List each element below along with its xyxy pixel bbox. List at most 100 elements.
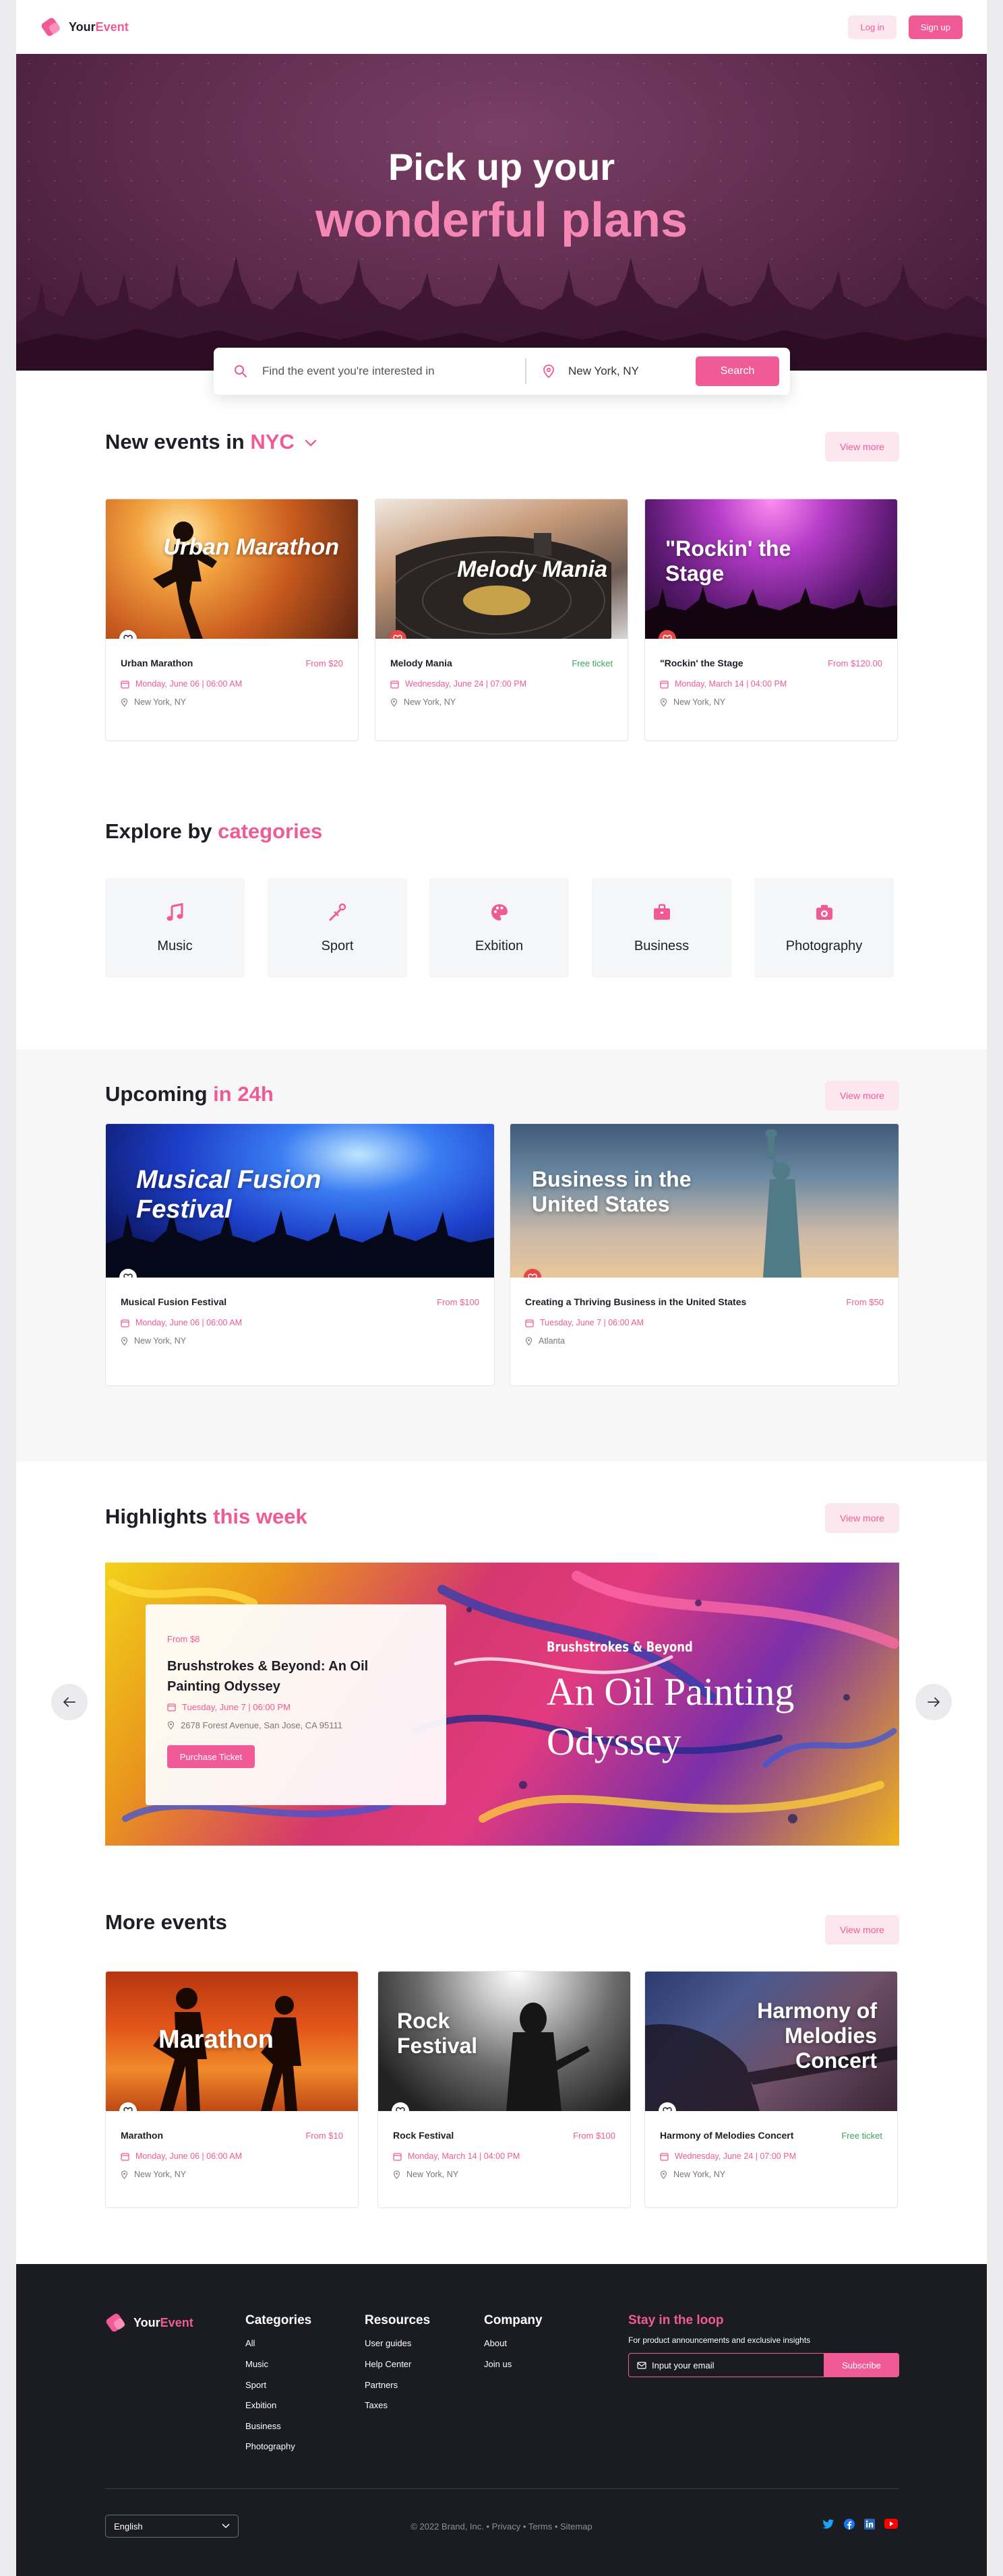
event-date: Wednesday, June 24 | 07:00 PM (675, 2151, 796, 2161)
category-business[interactable]: Business (592, 878, 731, 978)
carousel-prev-button[interactable] (51, 1684, 88, 1720)
event-image: Urban Marathon (106, 499, 358, 639)
category-exhibition[interactable]: Exbition (429, 878, 569, 978)
footer-link[interactable]: Exbition (245, 2400, 276, 2410)
newsletter-email-input[interactable]: Input your email (628, 2353, 824, 2377)
upcoming-title-accent: in 24h (213, 1082, 274, 1106)
event-card[interactable]: Harmony of Melodies Concert Harmony of M… (644, 1971, 898, 2208)
event-price: From $100 (573, 2130, 615, 2141)
logo-text-a: Your (133, 2315, 160, 2329)
category-sport[interactable]: Sport (268, 878, 407, 978)
highlight-banner-line1: An Oil Painting (547, 1670, 795, 1714)
highlights-title-text: Highlights (105, 1505, 214, 1528)
purchase-ticket-button[interactable]: Purchase Ticket (167, 1745, 255, 1768)
footer-link[interactable]: Help Center (365, 2359, 411, 2369)
footer-link[interactable]: Sport (245, 2380, 266, 2390)
event-date: Monday, June 06 | 06:00 AM (135, 2151, 242, 2161)
highlight-banner[interactable]: From $8 Brushstrokes & Beyond: An Oil Pa… (105, 1563, 899, 1846)
heart-icon (396, 2107, 405, 2111)
event-image: Rock Festival (378, 1972, 630, 2111)
footer-logo[interactable]: YourEvent (105, 2314, 193, 2331)
subscribe-button[interactable]: Subscribe (824, 2353, 899, 2377)
event-image-caption: "Rockin' the Stage (665, 536, 791, 586)
event-card[interactable]: Rock Festival Rock Festival From $100 Mon… (377, 1971, 631, 2208)
login-button[interactable]: Log in (848, 15, 896, 39)
footer-categories-title: Categories (245, 2313, 312, 2327)
search-button[interactable]: Search (696, 356, 779, 386)
location-pin-icon (660, 697, 667, 707)
footer-link[interactable]: User guides (365, 2338, 411, 2348)
chevron-down-icon[interactable] (304, 439, 317, 448)
highlight-banner-title: An Oil Painting Odyssey (547, 1667, 794, 1766)
heart-icon (123, 635, 133, 639)
event-image: Marathon (106, 1972, 358, 2111)
category-photography[interactable]: Photography (754, 878, 894, 978)
highlights-view-more[interactable]: View more (825, 1503, 899, 1533)
highlight-event-name: Brushstrokes & Beyond: An Oil Painting O… (167, 1659, 369, 1694)
event-name: Urban Marathon (121, 658, 193, 668)
logo[interactable]: YourEvent (40, 18, 129, 36)
city-selector[interactable]: NYC (250, 430, 294, 453)
logo-text-b: Event (95, 20, 129, 34)
event-card[interactable]: Musical Fusion Festival Musical Fusion F… (105, 1123, 495, 1386)
event-image-caption: Musical Fusion Festival (136, 1166, 322, 1224)
page: YourEvent Log in Sign up Pick up your wo… (16, 0, 987, 2576)
event-location: New York, NY (406, 2170, 459, 2179)
footer-link[interactable]: Music (245, 2359, 268, 2369)
youtube-icon[interactable] (884, 2519, 898, 2529)
event-card[interactable]: Marathon Marathon From $10 Monday, June 0… (105, 1971, 359, 2208)
categories-title: Explore by categories (105, 819, 322, 844)
carousel-next-button[interactable] (915, 1684, 952, 1720)
categories-title-text: Explore by (105, 819, 218, 843)
top-nav: YourEvent Log in Sign up (16, 0, 987, 54)
event-location: New York, NY (134, 697, 187, 707)
linkedin-icon[interactable] (864, 2519, 875, 2530)
category-label: Photography (785, 938, 863, 953)
runner-silhouette (153, 522, 217, 639)
event-card[interactable]: Urban Marathon Urban Marathon From $20 Mo… (105, 499, 359, 741)
location-select[interactable]: New York, NY (568, 365, 676, 378)
event-image: Business in the United States (510, 1124, 899, 1278)
new-events-view-more[interactable]: View more (825, 432, 899, 462)
event-card[interactable]: "Rockin' the Stage "Rockin' the Stage Fro… (644, 499, 898, 741)
event-image: "Rockin' the Stage (645, 499, 897, 639)
category-label: Music (157, 938, 193, 953)
event-price: From $10 (305, 2130, 343, 2141)
favorite-button[interactable] (392, 2102, 409, 2111)
upcoming-view-more[interactable]: View more (825, 1081, 899, 1110)
footer-link[interactable]: Business (245, 2421, 281, 2431)
event-card[interactable]: Melody Mania Melody Mania Free ticket Wed… (375, 499, 628, 741)
event-location: New York, NY (134, 1336, 187, 1346)
more-events-view-more[interactable]: View more (825, 1915, 899, 1945)
mail-icon (637, 2361, 646, 2369)
search-input[interactable] (262, 365, 525, 378)
footer-link[interactable]: All (245, 2338, 255, 2348)
location-pin-icon (121, 2170, 128, 2179)
footer-link[interactable]: Photography (245, 2441, 295, 2451)
footer-link[interactable]: Join us (484, 2359, 512, 2369)
footer-link[interactable]: Partners (365, 2380, 398, 2390)
music-note-icon (166, 902, 183, 920)
facebook-icon[interactable] (844, 2519, 855, 2530)
event-image-caption: Rock Festival (397, 2009, 478, 2058)
event-price: Free ticket (572, 658, 613, 668)
footer-link[interactable]: Taxes (365, 2400, 388, 2410)
calendar-icon (121, 1319, 129, 1327)
event-date: Monday, March 14 | 04:00 PM (675, 679, 787, 689)
heart-icon (663, 2107, 672, 2111)
location-pin-icon (121, 697, 128, 707)
calendar-icon (167, 1703, 176, 1711)
signup-button[interactable]: Sign up (908, 15, 963, 39)
event-name: Marathon (121, 2130, 163, 2141)
footer-resources-title: Resources (365, 2313, 431, 2327)
footer-link[interactable]: About (484, 2338, 507, 2348)
event-image: Musical Fusion Festival (106, 1124, 494, 1278)
event-card[interactable]: Business in the United States Creating a… (510, 1123, 899, 1386)
twitter-icon[interactable] (822, 2519, 834, 2530)
category-music[interactable]: Music (105, 878, 245, 978)
nav-buttons: Log in Sign up (848, 15, 963, 39)
category-label: Exbition (475, 938, 524, 953)
logo-icon (40, 18, 62, 36)
favorite-button[interactable] (524, 1269, 541, 1278)
event-location: Atlanta (539, 1336, 565, 1346)
